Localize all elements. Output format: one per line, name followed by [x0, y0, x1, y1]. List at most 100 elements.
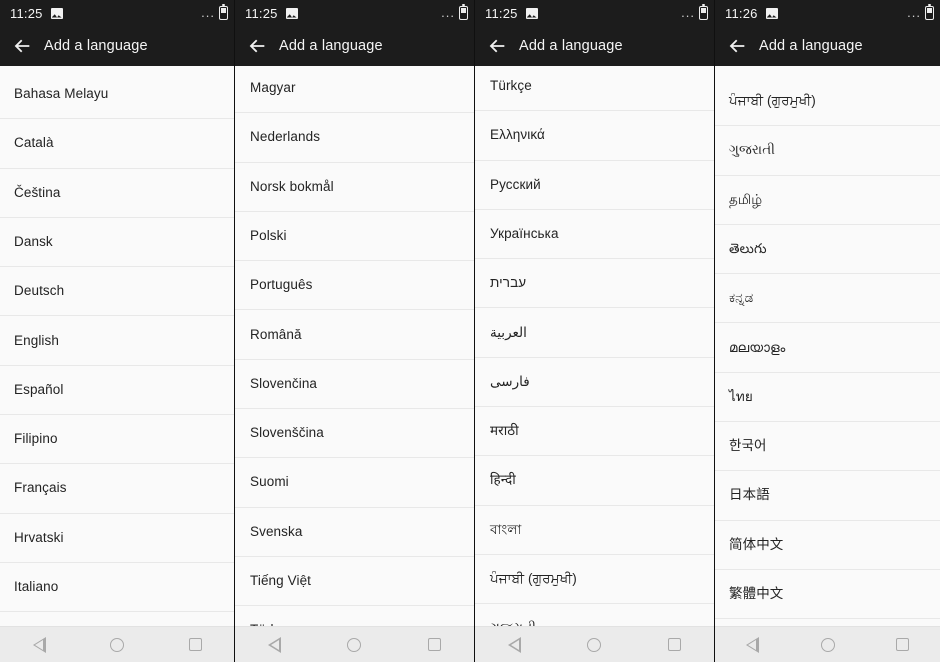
language-list-item[interactable]: ไทย	[715, 372, 940, 423]
language-name: ਪੰਜਾਬੀ (ਗੁਰਮੁਖੀ)	[729, 93, 816, 109]
language-list-inner: Türkçe Ελληνικά Русский Українська עברית العر…	[475, 66, 714, 654]
language-name: Nederlands	[250, 129, 321, 145]
language-list-item[interactable]: Norsk bokmål	[235, 162, 474, 212]
language-list-item[interactable]: Hrvatski	[0, 513, 234, 563]
language-list[interactable]: ਪੰਜਾਬੀ (ਗੁਰਮੁਖੀ) ગુજરાતી தமிழ் తెలుగు ಕನ್ನಡ മ…	[715, 66, 940, 662]
overflow-dots-icon: ...	[681, 5, 695, 20]
language-list-item[interactable]: Bahasa Melayu	[0, 70, 234, 120]
page-title: Add a language	[519, 38, 623, 54]
nav-recents-button[interactable]	[172, 627, 218, 662]
back-arrow-icon	[11, 35, 33, 57]
nav-back-icon	[268, 636, 282, 653]
language-list-inner: ਪੰਜਾਬੀ (ਗੁਰਮੁਖੀ) ગુજરાતી தமிழ் తెలుగు ಕನ್ನಡ മ…	[715, 77, 940, 662]
language-list-item[interactable]: Nederlands	[235, 113, 474, 163]
back-button[interactable]	[235, 35, 279, 57]
language-list-item[interactable]: मराठी	[475, 407, 714, 457]
system-navigation-bar	[235, 626, 474, 662]
language-list-item[interactable]: Русский	[475, 160, 714, 210]
language-list-item[interactable]: हिन्दी	[475, 456, 714, 506]
language-list-item[interactable]: বাংলা	[475, 505, 714, 555]
language-list-item[interactable]: Türkçe	[475, 66, 714, 112]
language-list-item[interactable]: Čeština	[0, 168, 234, 218]
language-list-item[interactable]: 简体中文	[715, 520, 940, 570]
language-list[interactable]: Bahasa Melayu Català Čeština Dansk Deutsch En…	[0, 66, 234, 662]
language-list-item[interactable]: Magyar	[235, 66, 474, 114]
language-list[interactable]: Magyar Nederlands Norsk bokmål Polski Portug…	[235, 66, 474, 662]
language-list-item[interactable]: Dansk	[0, 217, 234, 268]
back-button[interactable]	[715, 35, 759, 57]
language-name: മലയാളം	[729, 339, 786, 355]
language-list-item[interactable]: Español	[0, 365, 234, 416]
nav-recents-icon	[896, 638, 909, 651]
language-name: Português	[250, 277, 313, 293]
language-list-item[interactable]: 繁體中文	[715, 569, 940, 620]
image-icon	[50, 7, 63, 19]
nav-home-button[interactable]	[94, 627, 140, 662]
language-list-item[interactable]: ગુજરાતી	[715, 126, 940, 176]
language-name: Čeština	[14, 184, 61, 200]
language-name: हिन्दी	[490, 472, 516, 488]
language-list-item[interactable]: עברית	[475, 259, 714, 309]
language-list-item[interactable]: English	[0, 316, 234, 366]
language-list-item[interactable]: Ελληνικά	[475, 111, 714, 161]
language-list-item[interactable]: ಕನ್ನಡ	[715, 274, 940, 324]
language-list-item[interactable]: Français	[0, 464, 234, 514]
language-name: मराठी	[490, 423, 519, 439]
language-list-item[interactable]: Українська	[475, 209, 714, 260]
nav-recents-button[interactable]	[880, 627, 926, 662]
nav-back-button[interactable]	[16, 627, 62, 662]
status-bar: 11:26...	[715, 0, 940, 26]
system-navigation-bar	[0, 626, 234, 662]
language-list-item[interactable]: Svenska	[235, 507, 474, 557]
overflow-dots-icon: ...	[201, 5, 215, 20]
language-list-item[interactable]: Português	[235, 261, 474, 311]
language-list-item[interactable]: Filipino	[0, 415, 234, 465]
status-time: 11:26	[725, 5, 758, 21]
battery-icon	[699, 4, 708, 20]
language-name: Norsk bokmål	[250, 178, 334, 194]
nav-back-button[interactable]	[492, 627, 538, 662]
language-list-item[interactable]: 한국어	[715, 422, 940, 472]
language-name: 简体中文	[729, 536, 784, 552]
language-name: Svenska	[250, 523, 303, 539]
language-list-item[interactable]: Català	[0, 119, 234, 169]
app-bar: Add a language	[715, 26, 940, 66]
nav-home-button[interactable]	[331, 627, 377, 662]
language-list-item[interactable]: Polski	[235, 211, 474, 262]
language-list-item[interactable]: മലയാളം	[715, 323, 940, 373]
language-list-item[interactable]: العربية	[475, 308, 714, 358]
nav-recents-button[interactable]	[411, 627, 457, 662]
language-name: Slovenščina	[250, 425, 324, 441]
language-name: Magyar	[250, 80, 296, 96]
language-list-item[interactable]: Tiếng Việt	[235, 556, 474, 607]
language-name: Italiano	[14, 579, 59, 595]
system-navigation-bar	[475, 626, 714, 662]
language-list-item[interactable]: ਪੰਜਾਬੀ (ਗੁਰਮੁਖੀ)	[715, 77, 940, 127]
language-list-item[interactable]: Suomi	[235, 458, 474, 508]
back-arrow-icon	[246, 35, 268, 57]
nav-home-button[interactable]	[805, 627, 851, 662]
language-list-item[interactable]: ਪੰਜਾਬੀ (ਗੁਰਮੁਖੀ)	[475, 554, 714, 605]
language-list-item[interactable]: Slovenčina	[235, 359, 474, 410]
language-list-item[interactable]: فارسی	[475, 357, 714, 408]
page-title: Add a language	[44, 38, 148, 54]
nav-back-button[interactable]	[730, 627, 776, 662]
language-list-item[interactable]: Deutsch	[0, 267, 234, 317]
nav-recents-button[interactable]	[651, 627, 697, 662]
language-name: Español	[14, 381, 64, 397]
battery-icon	[925, 4, 934, 20]
nav-home-button[interactable]	[571, 627, 617, 662]
language-name: Ελληνικά	[490, 127, 545, 143]
back-button[interactable]	[475, 35, 519, 57]
language-list-item[interactable]: తెలుగు	[715, 224, 940, 275]
language-list[interactable]: Türkçe Ελληνικά Русский Українська עברית العر…	[475, 66, 714, 662]
nav-back-button[interactable]	[252, 627, 298, 662]
language-list-item[interactable]: தமிழ்	[715, 175, 940, 225]
language-list-inner: Magyar Nederlands Norsk bokmål Polski Portug…	[235, 66, 474, 656]
language-list-item[interactable]: Slovenščina	[235, 409, 474, 459]
back-button[interactable]	[0, 35, 44, 57]
language-list-item[interactable]: 日本語	[715, 471, 940, 521]
language-name: Français	[14, 480, 67, 496]
language-list-item[interactable]: Română	[235, 310, 474, 360]
language-list-item[interactable]: Italiano	[0, 562, 234, 613]
